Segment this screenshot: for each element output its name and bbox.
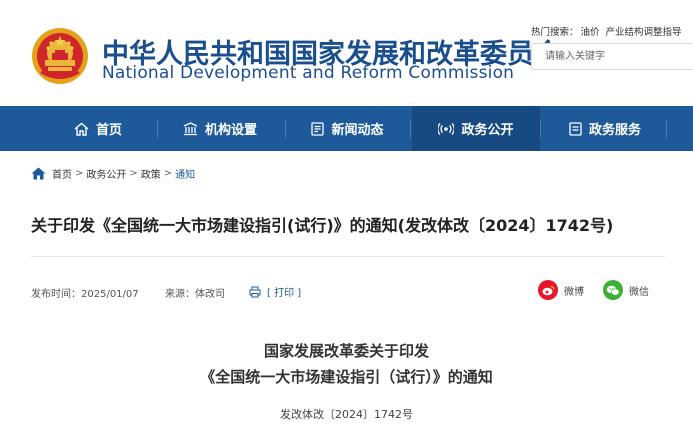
share-weibo-button[interactable]: 微博 (538, 280, 584, 300)
article-title: 关于印发《全国统一大市场建设指引(试行)》的通知(发改体改〔2024〕1742号… (31, 216, 614, 235)
nav-item-news[interactable]: 新闻动态 (295, 106, 400, 151)
document-heading-line2: 《全国统一大市场建设指引（试行）》的通知 (200, 368, 493, 386)
building-icon (183, 121, 198, 135)
breadcrumb-policy[interactable]: 政策 (141, 166, 161, 181)
article-source: 来源：体改司 (165, 289, 225, 300)
site-title-en[interactable]: National Development and Reform Commissi… (102, 63, 514, 83)
home-icon (74, 122, 89, 136)
wechat-icon (603, 280, 623, 300)
share-wechat-label: 微信 (629, 286, 649, 298)
nav-item-label: 机构设置 (204, 123, 257, 138)
printer-icon (249, 286, 261, 297)
nav-item-home[interactable]: 首页 (48, 106, 148, 151)
title-divider (31, 256, 665, 257)
main-nav: 首页 机构设置 新闻动态 政务公开 政务服务 (0, 106, 693, 151)
nav-divider (410, 120, 411, 138)
home-icon[interactable] (31, 167, 46, 180)
broadcast-icon (438, 122, 455, 135)
breadcrumb-separator: > (129, 168, 138, 179)
nav-item-government-services[interactable]: 政务服务 (550, 106, 660, 151)
nav-item-label: 首页 (95, 123, 122, 138)
document-heading-line1: 国家发展改革委关于印发 (263, 342, 429, 360)
national-emblem-icon[interactable] (31, 27, 89, 85)
publish-date: 发布时间：2025/01/07 (31, 289, 139, 300)
nav-divider (540, 120, 541, 138)
nav-divider (157, 120, 158, 138)
nav-item-organization[interactable]: 机构设置 (165, 106, 275, 151)
nav-divider (285, 120, 286, 138)
breadcrumb-separator: > (75, 168, 84, 179)
breadcrumb: 首页 > 政务公开 > 政策 > 通知 (31, 166, 195, 181)
print-button[interactable]: [ 打印 ] (249, 284, 301, 299)
hot-keyword-oil-price[interactable]: 油价 (581, 27, 600, 38)
weibo-icon (538, 280, 558, 300)
service-icon (569, 121, 582, 136)
print-label: [ 打印 ] (267, 288, 302, 299)
nav-item-government-affairs[interactable]: 政务公开 (412, 106, 540, 151)
news-icon (311, 121, 325, 136)
breadcrumb-separator: > (163, 168, 173, 179)
breadcrumb-government-affairs[interactable]: 政务公开 (86, 166, 126, 181)
share-wechat-button[interactable]: 微信 (603, 280, 649, 300)
hot-search-label: 热门搜索： (531, 27, 579, 38)
hot-keyword-industry-structure[interactable]: 产业结构调整指导 (606, 27, 682, 38)
site-header: 中华人民共和国国家发展和改革委员会 National Development a… (0, 0, 693, 106)
search-input[interactable] (532, 44, 693, 69)
search-box (531, 43, 693, 70)
nav-item-label: 新闻动态 (331, 123, 384, 138)
hot-search: 热门搜索： 油价 产业结构调整指导 (531, 24, 682, 38)
share-weibo-label: 微博 (564, 286, 584, 298)
nav-item-label: 政务服务 (588, 123, 641, 138)
nav-item-label: 政务公开 (461, 123, 514, 138)
nav-divider (666, 120, 667, 138)
breadcrumb-home[interactable]: 首页 (52, 166, 72, 181)
document-number: 发改体改〔2024〕1742号 (280, 408, 413, 421)
breadcrumb-notice[interactable]: 通知 (175, 166, 195, 181)
